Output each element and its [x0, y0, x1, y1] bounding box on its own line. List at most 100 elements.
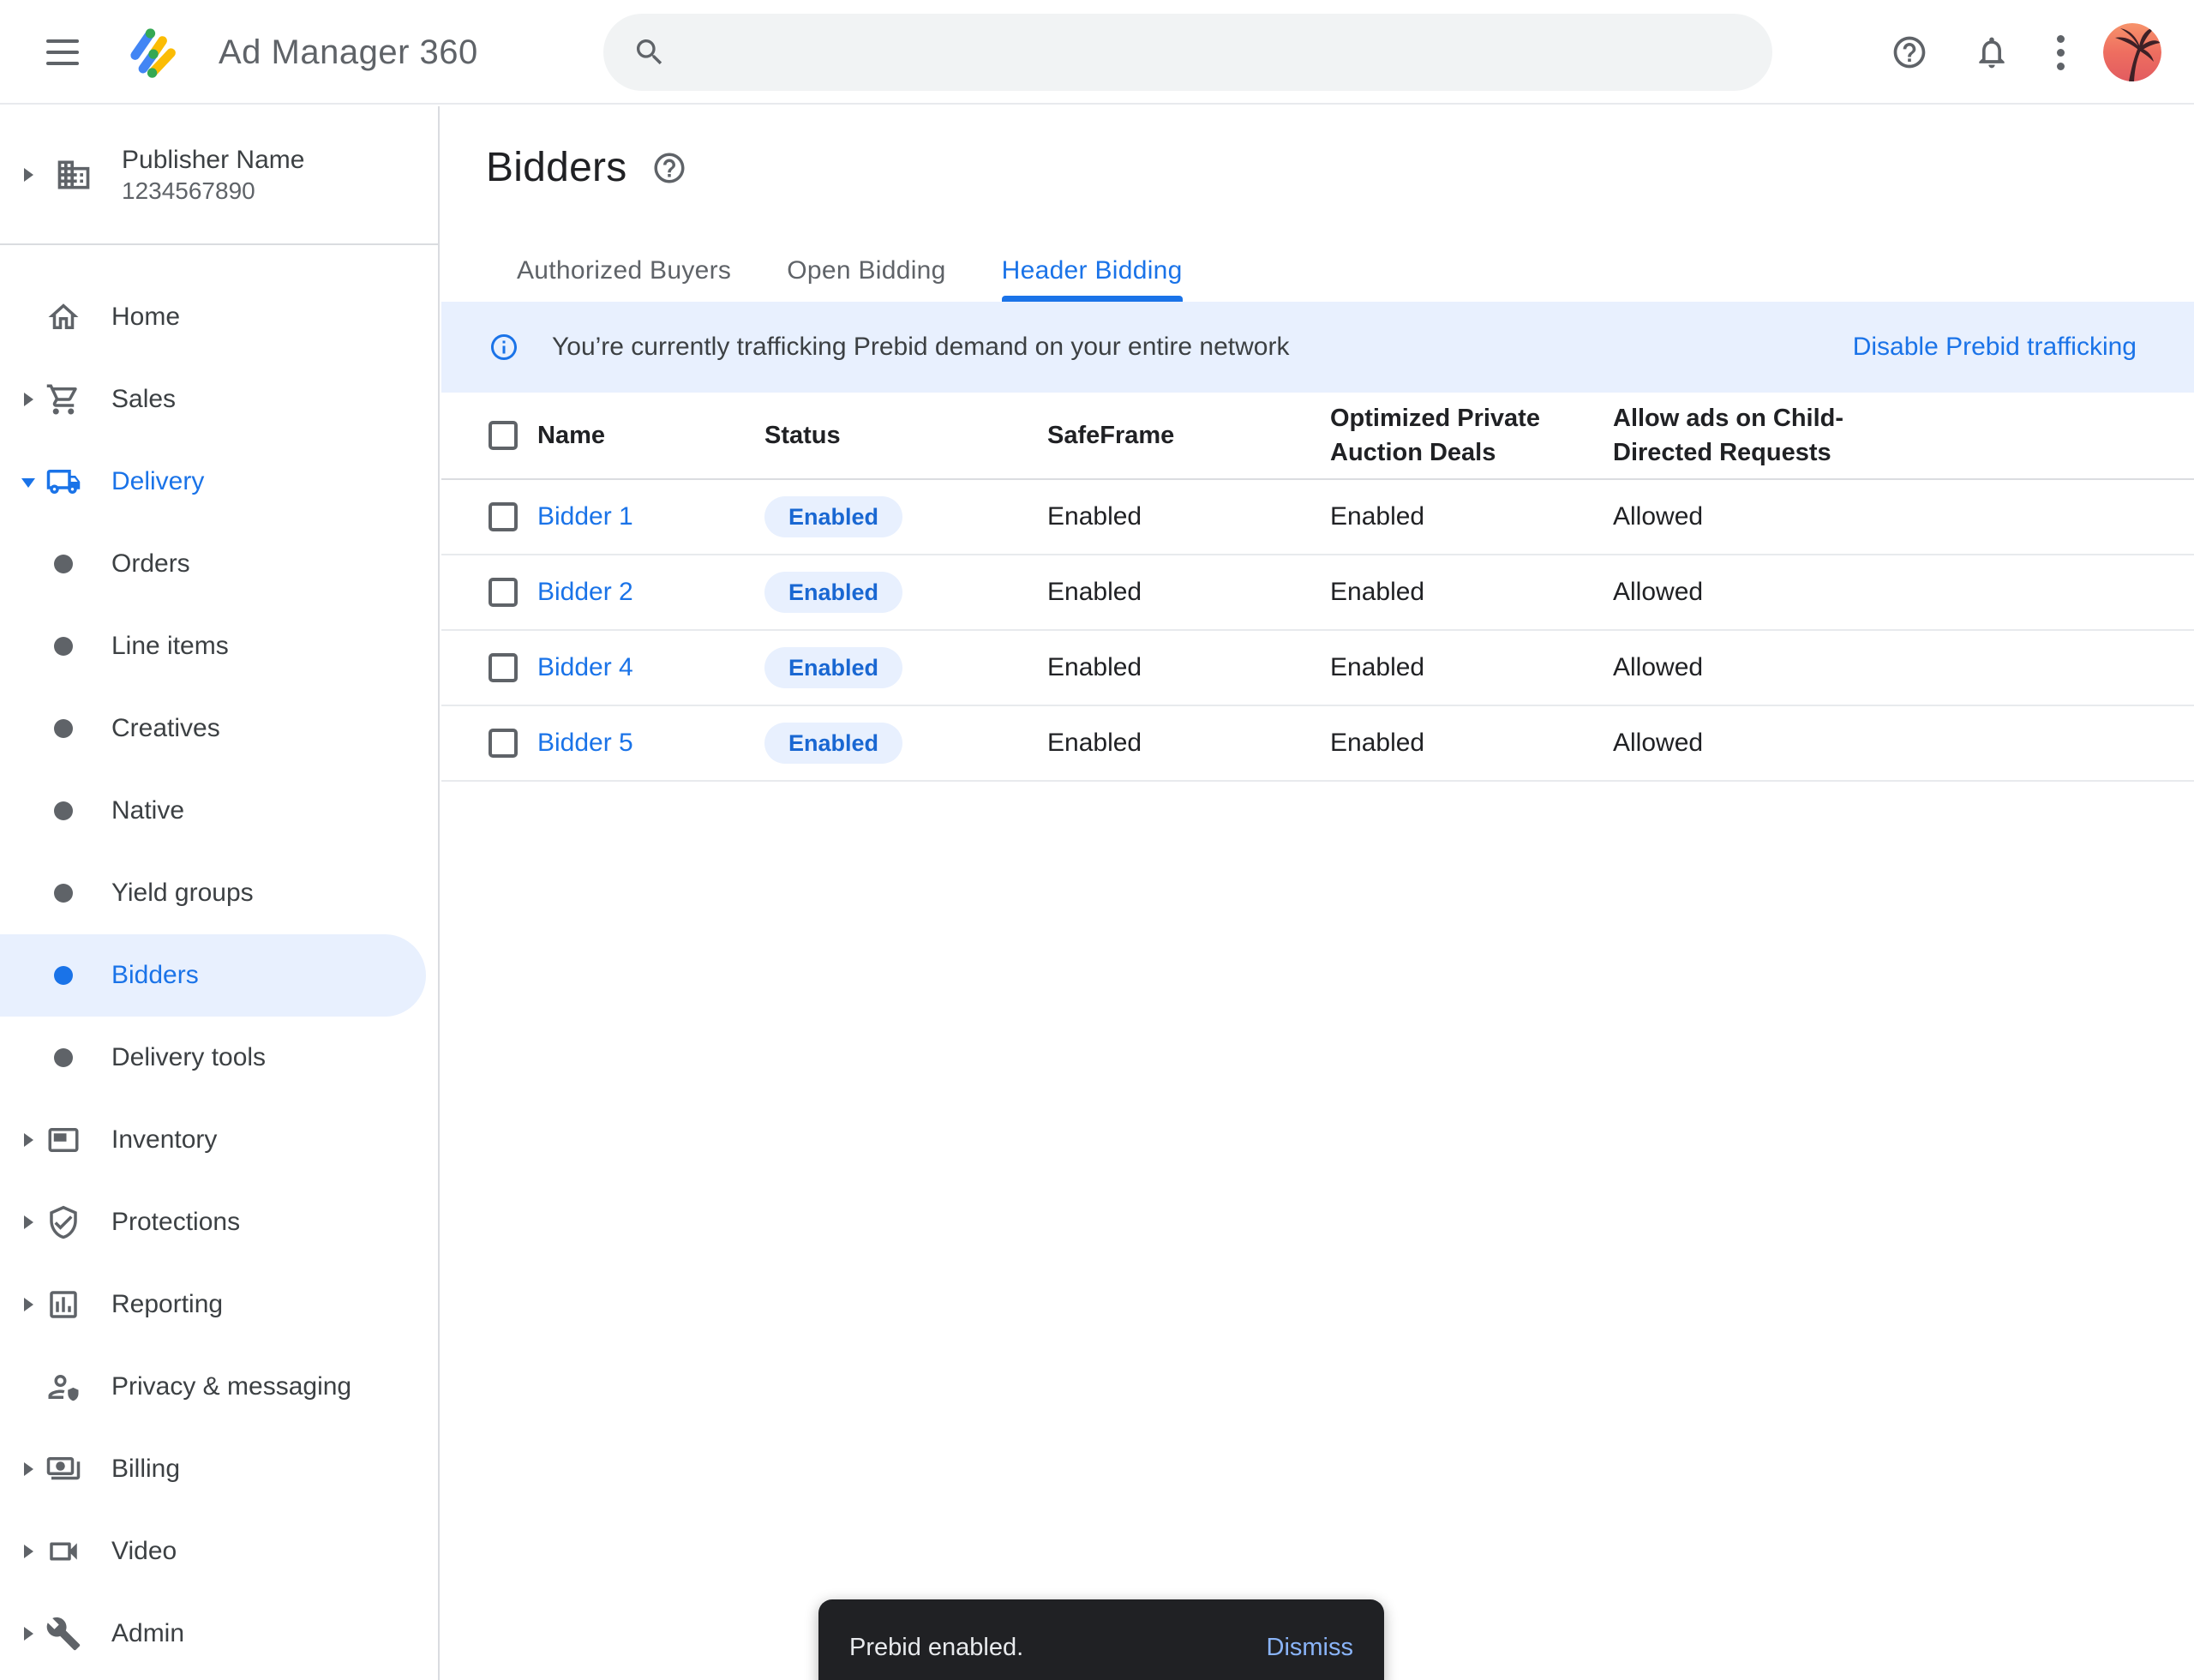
- bullet-icon: [45, 1040, 81, 1076]
- sidebar-item-line-items[interactable]: Line items: [0, 605, 438, 687]
- user-avatar[interactable]: [2103, 23, 2161, 81]
- sidebar-item-inventory[interactable]: Inventory: [0, 1099, 438, 1181]
- expand-arrow-icon: [22, 1460, 36, 1479]
- safeframe-value: Enabled: [1047, 578, 1330, 607]
- ad-slot-icon: [45, 1122, 81, 1158]
- tab-authorized-buyers[interactable]: Authorized Buyers: [517, 240, 731, 302]
- person-shield-icon: [45, 1369, 81, 1405]
- row-checkbox[interactable]: [489, 653, 518, 682]
- ad-manager-logo-icon: [120, 10, 187, 99]
- row-checkbox[interactable]: [489, 729, 518, 758]
- topbar-actions: [1891, 0, 2194, 105]
- page-header: Bidders: [486, 144, 687, 191]
- bidder-link[interactable]: Bidder 5: [537, 729, 764, 758]
- sidebar-item-home[interactable]: Home: [0, 276, 438, 358]
- product-name: Ad Manager 360: [219, 0, 478, 105]
- nav-items: Home Sales Delivery Orders: [0, 245, 438, 1675]
- videocam-icon: [45, 1533, 81, 1569]
- opad-value: Enabled: [1330, 653, 1613, 682]
- status-badge[interactable]: Enabled: [764, 572, 902, 613]
- snackbar-message: Prebid enabled.: [849, 1634, 1023, 1662]
- truck-icon: [45, 464, 81, 500]
- notifications-bell-icon[interactable]: [1973, 33, 2011, 71]
- cart-icon: [45, 381, 81, 417]
- table-row: Bidder 1 Enabled Enabled Enabled Allowed: [441, 480, 2194, 555]
- sidebar-item-orders[interactable]: Orders: [0, 523, 438, 605]
- safeframe-value: Enabled: [1047, 502, 1330, 531]
- table-row: Bidder 5 Enabled Enabled Enabled Allowed: [441, 706, 2194, 782]
- expand-arrow-icon: [22, 1542, 36, 1561]
- expand-arrow-icon: [22, 390, 36, 409]
- sidebar-item-billing[interactable]: Billing: [0, 1428, 438, 1510]
- dismiss-button[interactable]: Dismiss: [1267, 1634, 1354, 1662]
- tab-header-bidding[interactable]: Header Bidding: [1002, 240, 1183, 302]
- more-options-icon[interactable]: [2055, 33, 2065, 71]
- expand-arrow-icon: [22, 1213, 36, 1232]
- column-header-optimized-private-auction-deals: Optimized Private Auction Deals: [1330, 401, 1562, 470]
- publisher-switcher[interactable]: Publisher Name 1234567890: [0, 106, 438, 245]
- opad-value: Enabled: [1330, 502, 1613, 531]
- sidebar-item-reporting[interactable]: Reporting: [0, 1263, 438, 1346]
- search-icon: [632, 35, 667, 69]
- tab-open-bidding[interactable]: Open Bidding: [787, 240, 945, 302]
- bidder-link[interactable]: Bidder 1: [537, 502, 764, 531]
- expand-arrow-icon: [22, 1131, 36, 1149]
- page-help-icon[interactable]: [651, 150, 687, 186]
- status-badge[interactable]: Enabled: [764, 496, 902, 537]
- sidebar-item-protections[interactable]: Protections: [0, 1181, 438, 1263]
- row-checkbox[interactable]: [489, 578, 518, 607]
- column-header-safeframe: SafeFrame: [1047, 418, 1330, 453]
- info-icon: [489, 332, 519, 363]
- sidebar-item-sales[interactable]: Sales: [0, 358, 438, 441]
- expand-arrow-icon: [22, 1624, 36, 1643]
- opad-value: Enabled: [1330, 729, 1613, 758]
- bullet-icon: [45, 546, 81, 582]
- bullet-icon: [45, 793, 81, 829]
- sidebar-item-admin[interactable]: Admin: [0, 1593, 438, 1675]
- help-icon[interactable]: [1891, 33, 1928, 71]
- sidebar-item-creatives[interactable]: Creatives: [0, 687, 438, 770]
- wrench-icon: [45, 1616, 81, 1652]
- expand-arrow-icon: [22, 1295, 36, 1314]
- table-header-row: Name Status SafeFrame Optimized Private …: [441, 393, 2194, 480]
- child-directed-value: Allowed: [1613, 729, 2194, 758]
- top-app-bar: Ad Manager 360: [0, 0, 2194, 105]
- expand-arrow-icon: [22, 165, 36, 184]
- status-badge[interactable]: Enabled: [764, 647, 902, 688]
- home-icon: [45, 299, 81, 335]
- sidebar-item-video[interactable]: Video: [0, 1510, 438, 1593]
- status-badge[interactable]: Enabled: [764, 723, 902, 764]
- banknote-icon: [45, 1451, 81, 1487]
- table-row: Bidder 2 Enabled Enabled Enabled Allowed: [441, 555, 2194, 631]
- bullet-icon: [45, 957, 81, 993]
- safeframe-value: Enabled: [1047, 653, 1330, 682]
- sidebar-item-delivery-tools[interactable]: Delivery tools: [0, 1017, 438, 1099]
- sidebar-item-privacy-messaging[interactable]: Privacy & messaging: [0, 1346, 438, 1428]
- child-directed-value: Allowed: [1613, 578, 2194, 607]
- bullet-icon: [45, 711, 81, 747]
- prebid-info-banner: You’re currently trafficking Prebid dema…: [441, 302, 2194, 393]
- bar-chart-icon: [45, 1287, 81, 1323]
- bidder-link[interactable]: Bidder 2: [537, 578, 764, 607]
- bidders-table: Name Status SafeFrame Optimized Private …: [441, 393, 2194, 782]
- sidebar-item-delivery[interactable]: Delivery: [0, 441, 438, 523]
- ad-manager-app: Ad Manager 360: [0, 0, 2194, 1680]
- row-checkbox[interactable]: [489, 502, 518, 531]
- snackbar: Prebid enabled. Dismiss: [818, 1599, 1384, 1680]
- column-header-child-directed: Allow ads on Child-Directed Requests: [1613, 401, 1870, 470]
- collapse-arrow-icon: [22, 472, 36, 491]
- tab-bar: Authorized Buyers Open Bidding Header Bi…: [441, 240, 2194, 302]
- disable-prebid-trafficking-link[interactable]: Disable Prebid trafficking: [1853, 333, 2137, 362]
- search-input[interactable]: [603, 14, 1772, 91]
- banner-message: You’re currently trafficking Prebid dema…: [552, 333, 1289, 362]
- sidebar-item-bidders[interactable]: Bidders: [0, 934, 426, 1017]
- bidder-link[interactable]: Bidder 4: [537, 653, 764, 682]
- menu-icon[interactable]: [46, 35, 79, 69]
- column-header-name: Name: [537, 418, 764, 453]
- sidebar-item-native[interactable]: Native: [0, 770, 438, 852]
- select-all-checkbox[interactable]: [489, 421, 518, 450]
- bullet-icon: [45, 628, 81, 664]
- bullet-icon: [45, 875, 81, 911]
- sidebar-item-yield-groups[interactable]: Yield groups: [0, 852, 438, 934]
- table-row: Bidder 4 Enabled Enabled Enabled Allowed: [441, 631, 2194, 706]
